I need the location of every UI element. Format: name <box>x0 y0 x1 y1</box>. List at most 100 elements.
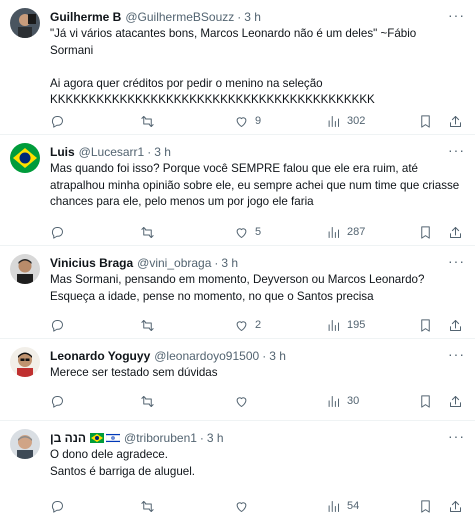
share-button[interactable] <box>448 499 463 514</box>
like-button[interactable]: 9 <box>234 114 261 129</box>
retweet-icon <box>141 226 154 238</box>
views-chart-icon <box>328 395 339 407</box>
tweet-text: Merece ser testado sem dúvidas <box>50 366 218 379</box>
views-chart-icon <box>328 226 339 238</box>
retweet-button[interactable] <box>140 225 161 240</box>
like-count: 9 <box>255 115 262 127</box>
views-button[interactable]: 302 <box>326 114 365 129</box>
display-name[interactable]: Leonardo Yoguyy <box>50 347 150 365</box>
share-icon <box>450 395 461 407</box>
reply-button[interactable] <box>50 499 71 514</box>
heart-icon <box>236 501 247 512</box>
bookmark-button[interactable] <box>418 114 433 129</box>
share-button[interactable] <box>448 114 463 129</box>
tweet[interactable]: ··· הנה בן @triboruben1 · 3 h O dono del… <box>0 421 475 524</box>
views-button[interactable]: 30 <box>326 394 359 409</box>
display-name[interactable]: Guilherme B <box>50 8 121 26</box>
reply-button[interactable] <box>50 114 71 129</box>
retweet-button[interactable] <box>140 114 161 129</box>
retweet-button[interactable] <box>140 318 161 333</box>
separator-dot: · <box>147 145 152 159</box>
timestamp[interactable]: 3 h <box>154 143 171 161</box>
reply-icon <box>51 226 63 239</box>
display-name[interactable]: Vinicius Braga <box>50 254 133 272</box>
more-icon[interactable]: ··· <box>448 429 465 443</box>
more-icon[interactable]: ··· <box>448 254 465 268</box>
timestamp[interactable]: 3 h <box>244 8 261 26</box>
avatar[interactable] <box>10 429 40 459</box>
display-name[interactable]: הנה בן <box>50 429 86 447</box>
action-bar: 5 287 <box>0 217 475 247</box>
like-button[interactable] <box>234 394 255 409</box>
tweet[interactable]: ··· Luis @Lucesarr1 · 3 h Mas quando foi… <box>0 135 475 246</box>
avatar[interactable] <box>10 254 40 284</box>
more-icon[interactable]: ··· <box>448 347 465 361</box>
tweet-text: Mas quando foi isso? Porque você SEMPRE … <box>50 162 460 208</box>
share-button[interactable] <box>448 318 463 333</box>
views-chart-icon <box>328 319 339 331</box>
bookmark-icon <box>421 499 430 513</box>
view-count: 287 <box>347 226 366 238</box>
timestamp[interactable]: 3 h <box>207 429 224 447</box>
like-button[interactable] <box>234 499 255 514</box>
avatar[interactable] <box>10 8 40 38</box>
bookmark-button[interactable] <box>418 394 433 409</box>
user-handle[interactable]: @vini_obraga <box>137 254 211 272</box>
user-handle[interactable]: @GuilhermeBSouzz <box>125 8 234 26</box>
avatar[interactable] <box>10 347 40 377</box>
brazil-flag-icon <box>90 433 105 443</box>
separator-dot: · <box>237 10 242 24</box>
display-name[interactable]: Luis <box>50 143 75 161</box>
share-icon <box>450 319 461 331</box>
share-button[interactable] <box>448 394 463 409</box>
reply-button[interactable] <box>50 225 71 240</box>
views-button[interactable]: 287 <box>326 225 365 240</box>
timestamp[interactable]: 3 h <box>221 254 238 272</box>
separator-dot: · <box>262 349 267 363</box>
retweet-button[interactable] <box>140 499 161 514</box>
action-bar: 2 195 <box>0 310 475 340</box>
retweet-icon <box>141 115 154 127</box>
retweet-button[interactable] <box>140 394 161 409</box>
retweet-icon <box>141 500 154 512</box>
user-handle[interactable]: @Lucesarr1 <box>79 143 145 161</box>
share-icon <box>450 226 461 238</box>
more-icon[interactable]: ··· <box>448 8 465 22</box>
action-bar: 30 <box>0 386 475 416</box>
retweet-icon <box>141 395 154 407</box>
share-button[interactable] <box>448 225 463 240</box>
user-handle[interactable]: @leonardoyo91500 <box>154 347 259 365</box>
avatar[interactable] <box>10 143 40 173</box>
reply-button[interactable] <box>50 394 71 409</box>
reply-button[interactable] <box>50 318 71 333</box>
views-button[interactable]: 195 <box>326 318 365 333</box>
timestamp[interactable]: 3 h <box>269 347 286 365</box>
tweet-header: Guilherme B @GuilhermeBSouzz · 3 h <box>50 8 461 26</box>
tweet-text: O dono dele agradece. Santos é barriga d… <box>50 448 196 478</box>
tweet-header: הנה בן @triboruben1 · 3 h <box>50 429 461 447</box>
tweet-header: Leonardo Yoguyy @leonardoyo91500 · 3 h <box>50 347 461 365</box>
tweet[interactable]: ··· Vinicius Braga @vini_obraga · 3 h Ma… <box>0 246 475 339</box>
views-chart-icon <box>328 500 339 512</box>
bookmark-button[interactable] <box>418 499 433 514</box>
more-icon[interactable]: ··· <box>448 143 465 157</box>
separator-dot: · <box>199 431 204 445</box>
bookmark-icon <box>421 318 430 332</box>
like-button[interactable]: 5 <box>234 225 261 240</box>
bookmark-icon <box>421 394 430 408</box>
bookmark-icon <box>421 225 430 239</box>
bookmark-button[interactable] <box>418 225 433 240</box>
retweet-icon <box>141 319 154 331</box>
tweet[interactable]: ··· Guilherme B @GuilhermeBSouzz · 3 h "… <box>0 0 475 135</box>
share-icon <box>450 500 461 512</box>
view-count: 195 <box>347 319 366 331</box>
tweet-text: Mas Sormani, pensando em momento, Deyver… <box>50 273 425 303</box>
bookmark-button[interactable] <box>418 318 433 333</box>
israel-flag-icon <box>106 433 121 443</box>
views-button[interactable]: 54 <box>326 499 359 514</box>
like-button[interactable]: 2 <box>234 318 261 333</box>
tweet[interactable]: ··· Leonardo Yoguyy @leonardoyo91500 · 3… <box>0 339 475 421</box>
heart-icon <box>236 116 247 127</box>
reply-icon <box>51 319 63 332</box>
user-handle[interactable]: @triboruben1 <box>124 429 197 447</box>
